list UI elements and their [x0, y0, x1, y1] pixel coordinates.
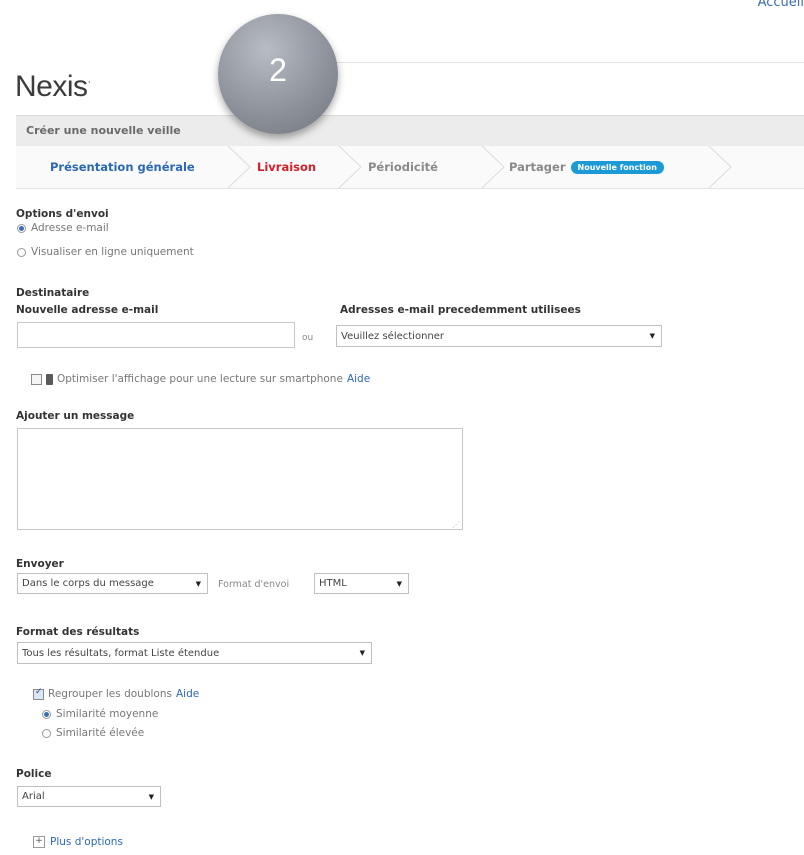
- results-format-select[interactable]: Tous les résultats, format Liste étendue…: [17, 642, 372, 664]
- delivery-options-heading: Options d'envoi: [16, 208, 109, 220]
- more-options-toggle[interactable]: + Plus d'options: [33, 836, 123, 848]
- tab-label: Livraison: [257, 160, 317, 174]
- tab-label: Périodicité: [368, 160, 438, 174]
- header-divider: [335, 62, 804, 63]
- results-format-heading: Format des résultats: [16, 626, 140, 638]
- tab-delivery[interactable]: Livraison: [257, 146, 316, 188]
- tab-share[interactable]: Partager Nouvelle fonction: [509, 146, 664, 188]
- expand-plus-icon: +: [33, 836, 45, 848]
- checkbox-icon: [31, 373, 42, 385]
- dropdown-arrow-icon: ▼: [195, 579, 201, 588]
- font-heading: Police: [16, 768, 52, 780]
- recipient-heading: Destinataire: [16, 287, 90, 299]
- font-select[interactable]: Arial ▼: [17, 786, 161, 807]
- smartphone-option[interactable]: Optimiser l'affichage pour une lecture s…: [31, 373, 370, 385]
- select-value: HTML: [319, 578, 347, 589]
- wizard-tabs: Présentation générale Livraison Périodic…: [16, 146, 804, 189]
- send-heading: Envoyer: [16, 558, 64, 570]
- send-format-label: Format d'envoi: [218, 579, 290, 590]
- group-duplicates-option[interactable]: Regrouper les doublons Aide: [33, 687, 199, 700]
- resize-grip-icon[interactable]: ⋰: [452, 520, 460, 529]
- delivery-option-email[interactable]: Adresse e-mail: [17, 222, 109, 234]
- radio-icon: [17, 223, 26, 233]
- option-label: Similarité moyenne: [56, 708, 159, 720]
- tab-frequency[interactable]: Périodicité: [368, 146, 438, 188]
- step-number-badge: 2: [218, 14, 338, 134]
- new-email-field[interactable]: [17, 322, 295, 348]
- page-title-bar: Créer une nouvelle veille: [16, 115, 804, 146]
- radio-icon: [17, 247, 26, 257]
- tab-label: Présentation générale: [50, 160, 195, 174]
- page-title: Créer une nouvelle veille: [26, 124, 181, 137]
- option-label: Adresse e-mail: [31, 222, 109, 234]
- smartphone-help-link[interactable]: Aide: [347, 373, 370, 385]
- nexis-logo: Nexis·: [15, 70, 91, 104]
- logo-mark: ·: [87, 76, 92, 88]
- new-email-label: Nouvelle adresse e-mail: [16, 304, 159, 316]
- message-textarea[interactable]: ⋰: [17, 428, 463, 530]
- smartphone-label: Optimiser l'affichage pour une lecture s…: [57, 373, 343, 385]
- dropdown-arrow-icon: ▼: [396, 579, 402, 588]
- send-format-select[interactable]: HTML ▼: [314, 573, 409, 594]
- delivery-option-online[interactable]: Visualiser en ligne uniquement: [17, 246, 194, 258]
- similarity-medium-option[interactable]: Similarité moyenne: [42, 708, 158, 720]
- group-duplicates-label: Regrouper les doublons: [48, 688, 172, 700]
- message-heading: Ajouter un message: [16, 410, 135, 422]
- dropdown-arrow-icon: ▼: [649, 332, 655, 340]
- new-feature-badge: Nouvelle fonction: [570, 160, 664, 174]
- radio-icon: [42, 709, 51, 719]
- tab-general-overview[interactable]: Présentation générale: [50, 146, 195, 188]
- dropdown-arrow-icon: ▼: [359, 649, 365, 657]
- top-right-link[interactable]: Accueil: [758, 0, 804, 10]
- previous-emails-label: Adresses e-mail precedemment utilisees: [340, 304, 581, 316]
- logo-text: Nexis: [15, 70, 88, 103]
- more-options-label: Plus d'options: [50, 836, 123, 848]
- send-mode-select[interactable]: Dans le corps du message ▼: [17, 573, 208, 594]
- option-label: Similarité élevée: [56, 727, 145, 739]
- select-value: Tous les résultats, format Liste étendue: [22, 647, 220, 659]
- duplicates-help-link[interactable]: Aide: [176, 688, 199, 700]
- radio-icon: [42, 728, 51, 738]
- checkbox-icon: [33, 687, 44, 700]
- select-value: Veuillez sélectionner: [341, 330, 445, 342]
- previous-emails-select[interactable]: Veuillez sélectionner ▼: [336, 325, 662, 347]
- select-value: Dans le corps du message: [22, 578, 154, 589]
- or-text: ou: [302, 333, 314, 343]
- similarity-high-option[interactable]: Similarité élevée: [42, 727, 144, 739]
- option-label: Visualiser en ligne uniquement: [31, 246, 194, 258]
- tab-label: Partager: [509, 160, 566, 174]
- dropdown-arrow-icon: ▼: [148, 792, 154, 801]
- select-value: Arial: [22, 791, 45, 802]
- smartphone-icon: [46, 373, 53, 385]
